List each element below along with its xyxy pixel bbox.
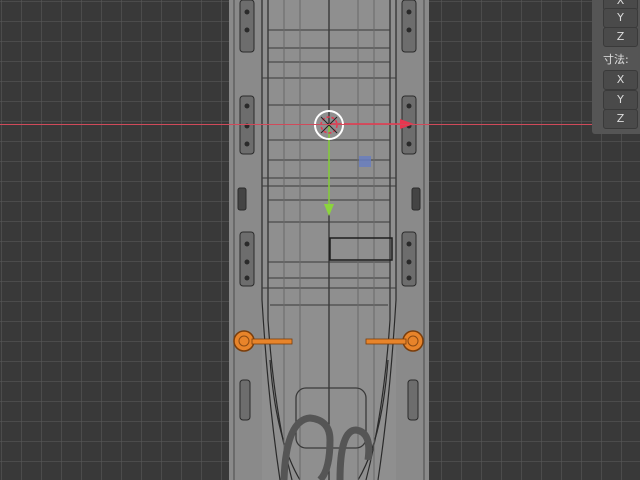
location-z-field[interactable]: Z bbox=[603, 27, 638, 47]
dimensions-label: 寸法: bbox=[603, 53, 629, 66]
model-wireframe bbox=[229, 0, 429, 480]
location-y-field[interactable]: Y bbox=[603, 8, 638, 28]
3d-viewport[interactable]: X Y Z 寸法: X Y Z bbox=[0, 0, 640, 480]
x-axis-line bbox=[0, 124, 640, 125]
xy-plane-handle bbox=[359, 156, 371, 167]
dimensions-x-field[interactable]: X bbox=[603, 70, 638, 90]
dimensions-y-field[interactable]: Y bbox=[603, 90, 638, 110]
dimensions-z-field[interactable]: Z bbox=[603, 109, 638, 129]
